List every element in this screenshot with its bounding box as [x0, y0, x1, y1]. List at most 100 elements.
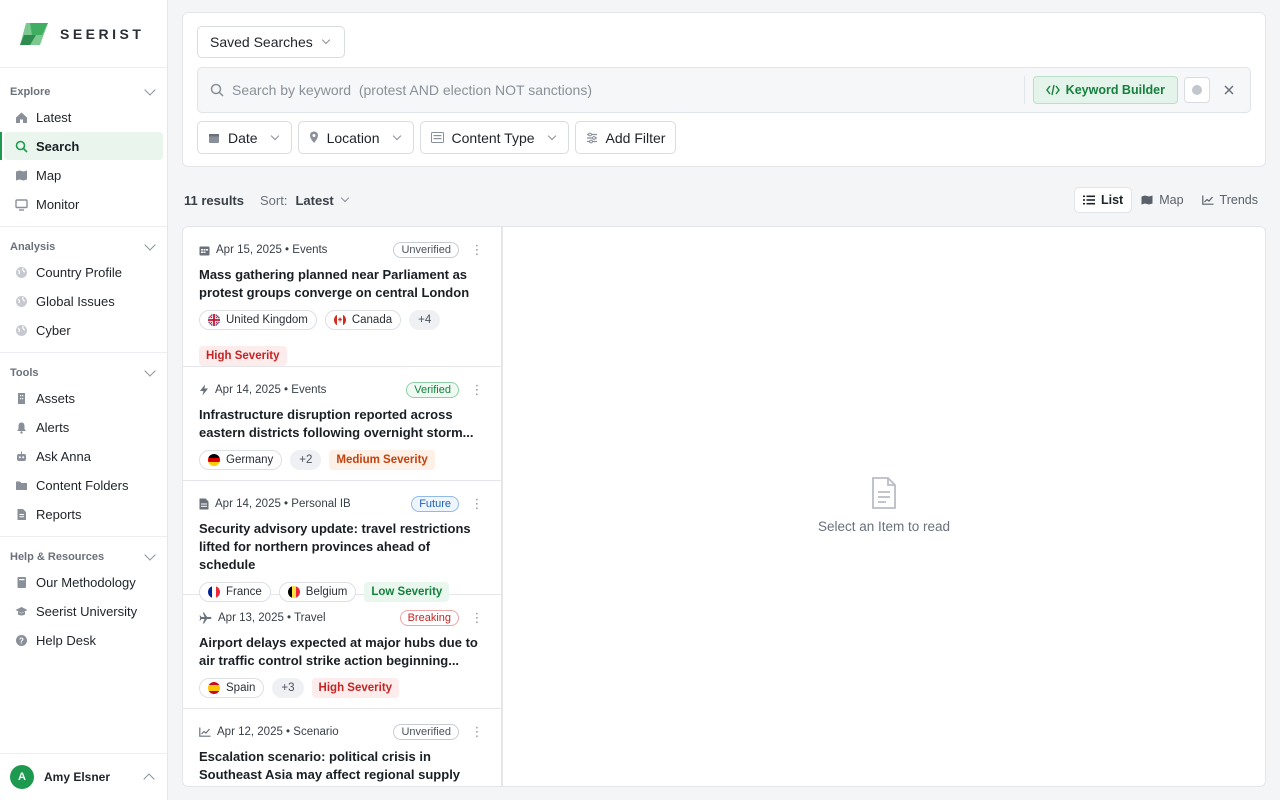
- result-card[interactable]: Apr 15, 2025 • Events Unverified ⋮ Mass gat…: [183, 227, 501, 367]
- card-meta: Apr 15, 2025 • Events Unverified ⋮: [199, 241, 485, 259]
- sidebar-item-seerist-university[interactable]: Seerist University: [4, 597, 163, 625]
- info-icon: [1192, 85, 1202, 95]
- view-map-button[interactable]: Map: [1133, 188, 1191, 212]
- view-label: Map: [1159, 193, 1184, 207]
- sidebar-item-our-methodology[interactable]: Our Methodology: [4, 568, 163, 596]
- more-options-icon[interactable]: ⋮: [469, 243, 485, 256]
- country-tag[interactable]: Canada: [324, 310, 402, 330]
- section-help-resources[interactable]: Help & Resources: [0, 547, 167, 567]
- sidebar-item-label: Global Issues: [36, 293, 115, 309]
- content-type-filter[interactable]: Content Type: [419, 121, 569, 154]
- card-title[interactable]: Mass gathering planned near Parliament a…: [199, 266, 485, 302]
- status-badge: Future: [411, 496, 459, 512]
- more-options-icon[interactable]: ⋮: [469, 611, 485, 624]
- sidebar-item-cyber[interactable]: Cyber: [4, 316, 163, 344]
- card-tags: Spain +3 High Severity: [199, 678, 485, 698]
- code-icon: [1045, 84, 1060, 96]
- sidebar-item-ask-anna[interactable]: Ask Anna: [4, 442, 163, 470]
- monitor-icon: [14, 197, 28, 211]
- avatar: A: [10, 765, 34, 789]
- country-tag[interactable]: Spain: [199, 678, 265, 698]
- sidebar-item-reports[interactable]: Reports: [4, 500, 163, 528]
- sidebar-item-label: Alerts: [36, 419, 70, 435]
- brand-logo[interactable]: SEERIST: [0, 0, 167, 68]
- section-tools[interactable]: Tools: [0, 363, 167, 383]
- sidebar-item-monitor[interactable]: Monitor: [4, 190, 163, 218]
- sort-dropdown[interactable]: Latest: [295, 193, 333, 208]
- card-title[interactable]: Airport delays expected at major hubs du…: [199, 634, 485, 670]
- card-meta: Apr 14, 2025 • Events Verified ⋮: [199, 381, 485, 399]
- view-label: List: [1100, 193, 1124, 207]
- sidebar-item-label: Ask Anna: [36, 448, 91, 464]
- sidebar-item-map[interactable]: Map: [4, 161, 163, 189]
- card-title[interactable]: Security advisory update: travel restric…: [199, 520, 485, 574]
- result-card[interactable]: Apr 14, 2025 • Events Verified ⋮ Infrastruc…: [183, 367, 501, 481]
- search-icon: [14, 139, 28, 153]
- chevron-down-icon[interactable]: [340, 193, 350, 203]
- filter-bar: Date Location Content Type Add Filter: [197, 121, 677, 154]
- list-icon: [1082, 195, 1095, 205]
- severity-badge: Medium Severity: [329, 450, 435, 470]
- sidebar-item-content-folders[interactable]: Content Folders: [4, 471, 163, 499]
- date-filter[interactable]: Date: [197, 121, 292, 154]
- section-explore[interactable]: Explore: [0, 82, 167, 102]
- sidebar-item-label: Cyber: [36, 322, 71, 338]
- flag-ca-icon: [333, 314, 346, 326]
- result-card[interactable]: Apr 14, 2025 • Personal IB Future ⋮ Securit…: [183, 481, 501, 602]
- add-filter-button[interactable]: Add Filter: [574, 121, 677, 154]
- more-countries-tag[interactable]: +4: [409, 310, 441, 330]
- content-type-icon: [430, 132, 444, 143]
- reader-empty-text: Select an Item to read: [817, 519, 951, 534]
- keyword-builder-button[interactable]: Keyword Builder: [1032, 76, 1178, 104]
- chevron-up-icon[interactable]: [143, 772, 155, 785]
- result-card[interactable]: Apr 13, 2025 • Travel Breaking ⋮ Airport de…: [183, 595, 501, 709]
- sidebar-item-search[interactable]: Search: [0, 132, 163, 160]
- sidebar-item-assets[interactable]: Assets: [4, 384, 163, 412]
- card-date-type: Apr 14, 2025 • Personal IB: [215, 498, 351, 510]
- sidebar: SEERIST Explore Latest Search Map Monito…: [0, 0, 168, 800]
- globe-icon: [14, 323, 28, 337]
- card-tags: United Kingdom Canada +4 High Severity: [199, 310, 485, 366]
- more-options-icon[interactable]: ⋮: [469, 383, 485, 396]
- chevron-down-icon: [144, 549, 156, 561]
- flag-de-icon: [208, 454, 220, 466]
- country-tag[interactable]: United Kingdom: [199, 310, 317, 330]
- calendar-icon: [208, 132, 220, 144]
- location-filter[interactable]: Location: [297, 121, 414, 154]
- clear-search-button[interactable]: [1216, 77, 1242, 103]
- sidebar-item-latest[interactable]: Latest: [4, 103, 163, 131]
- graduation-cap-icon: [14, 604, 28, 618]
- info-button[interactable]: [1184, 77, 1210, 103]
- card-title[interactable]: Infrastructure disruption reported acros…: [199, 406, 485, 442]
- section-analysis[interactable]: Analysis: [0, 237, 167, 257]
- more-countries-tag[interactable]: +3: [272, 678, 304, 698]
- sidebar-item-alerts[interactable]: Alerts: [4, 413, 163, 441]
- result-card[interactable]: Apr 12, 2025 • Scenario Unverified ⋮ Escala…: [183, 709, 501, 786]
- pin-icon: [309, 131, 319, 144]
- severity-badge: High Severity: [199, 346, 287, 366]
- view-trends-button[interactable]: Trends: [1194, 188, 1266, 212]
- country-name: Spain: [226, 682, 256, 694]
- more-options-icon[interactable]: ⋮: [469, 497, 485, 510]
- section-title: Tools: [10, 367, 39, 379]
- sidebar-item-country-profile[interactable]: Country Profile: [4, 258, 163, 286]
- severity-badge: High Severity: [311, 678, 400, 698]
- sidebar-item-help-desk[interactable]: ? Help Desk: [4, 626, 163, 654]
- country-tag[interactable]: Germany: [199, 450, 283, 470]
- sidebar-item-label: Seerist University: [36, 603, 138, 619]
- view-list-button[interactable]: List: [1074, 188, 1132, 212]
- filter-label: Content Type: [451, 129, 535, 146]
- country-name: Canada: [351, 314, 393, 326]
- more-options-icon[interactable]: ⋮: [469, 725, 485, 738]
- search-input[interactable]: [224, 68, 1024, 112]
- card-title[interactable]: Escalation scenario: political crisis in…: [199, 748, 485, 786]
- more-countries-tag[interactable]: +2: [290, 450, 322, 470]
- card-date-type: Apr 15, 2025 • Events: [216, 244, 328, 256]
- filter-label: Add Filter: [605, 129, 666, 146]
- saved-searches-dropdown[interactable]: Saved Searches: [197, 26, 345, 58]
- sort-label: Sort:: [260, 192, 288, 208]
- sidebar-item-label: Monitor: [36, 196, 80, 212]
- sidebar-item-global-issues[interactable]: Global Issues: [4, 287, 163, 315]
- chevron-down-icon: [392, 131, 401, 140]
- user-menu[interactable]: A Amy Elsner: [0, 753, 167, 800]
